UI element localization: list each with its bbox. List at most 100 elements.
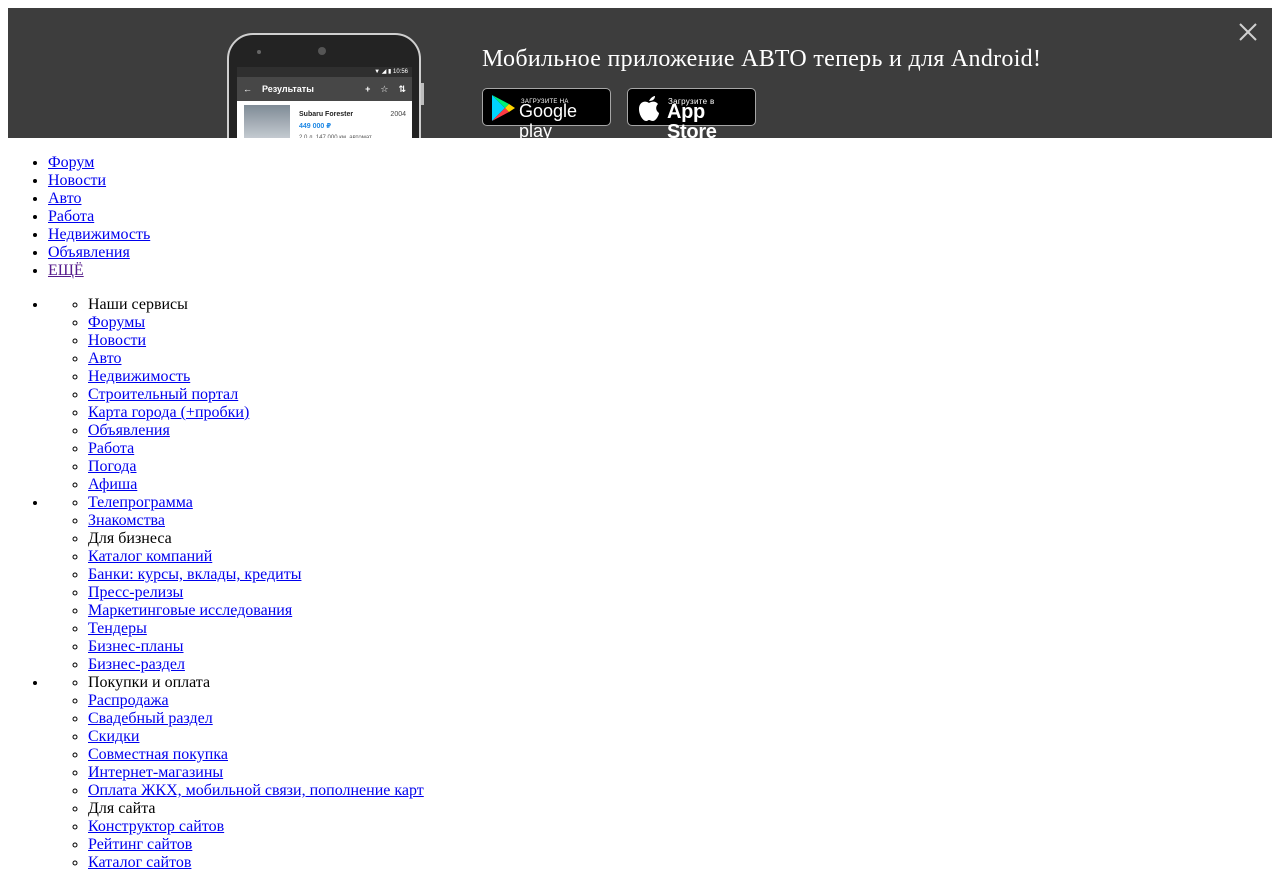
menu-group-shopping: Покупки и оплата Распродажа Свадебный ра… (48, 674, 424, 872)
menu-link-site-builder[interactable]: Конструктор сайтов (88, 818, 224, 835)
menu-item: Знакомства (88, 512, 424, 530)
nav-item-realty: Недвижимость (48, 226, 150, 244)
menu-item: Пресс-релизы (88, 584, 424, 602)
menu-link-site-rating[interactable]: Рейтинг сайтов (88, 836, 192, 853)
menu-link-business-section[interactable]: Бизнес-раздел (88, 656, 185, 673)
menu-item: Бизнес-планы (88, 638, 424, 656)
nav-link-auto[interactable]: Авто (48, 190, 82, 207)
nav-item-jobs: Работа (48, 208, 150, 226)
nav-item-more: ЕЩЁ (48, 262, 150, 280)
menu-heading-business: Для бизнеса (88, 530, 424, 548)
app-store-button[interactable]: Загрузите в App Store (627, 88, 756, 138)
menu-item: Тендеры (88, 620, 424, 638)
menu-heading-site: Для сайта (88, 800, 424, 818)
menu-group-services: Наши сервисы Форумы Новости Авто Недвижи… (48, 296, 424, 494)
nav-link-jobs[interactable]: Работа (48, 208, 94, 225)
menu-link-payments[interactable]: Оплата ЖКХ, мобильной связи, пополнение … (88, 782, 424, 799)
menu-item: Рейтинг сайтов (88, 836, 424, 854)
menu-item: Форумы (88, 314, 424, 332)
menu-heading-shopping: Покупки и оплата (88, 674, 424, 692)
menu-link-press-releases[interactable]: Пресс-релизы (88, 584, 183, 601)
menu-item: Бизнес-раздел (88, 656, 424, 674)
apple-icon (639, 96, 659, 121)
google-play-big-label: Google play (519, 101, 578, 138)
nav-item-ads: Объявления (48, 244, 150, 262)
menu-link-business-plans[interactable]: Бизнес-планы (88, 638, 184, 655)
phone-screen: ▼ ◢ ▮ 10:56 ← Результаты + ☆ ⇅ Subaru Fo… (237, 67, 412, 138)
menu-item: Оплата ЖКХ, мобильной связи, пополнение … (88, 782, 424, 800)
nav-link-ads[interactable]: Объявления (48, 244, 130, 261)
nav-link-forum[interactable]: Форум (48, 154, 94, 171)
menu-item: Скидки (88, 728, 424, 746)
menu-link-banks[interactable]: Банки: курсы, вклады, кредиты (88, 566, 301, 583)
menu-link-company-catalog[interactable]: Каталог компаний (88, 548, 212, 565)
menu-item: Интернет-магазины (88, 764, 424, 782)
menu-link-discounts[interactable]: Скидки (88, 728, 139, 745)
menu-link-jobs[interactable]: Работа (88, 440, 134, 457)
menu-item: Работа (88, 440, 424, 458)
menu-item: Каталог сайтов (88, 854, 424, 872)
car-year: 2004 (390, 111, 406, 118)
signal-icon: ▼ ◢ ▮ (374, 69, 393, 75)
menu-link-afisha[interactable]: Афиша (88, 476, 137, 493)
menu-item: Новости (88, 332, 424, 350)
phone-screen-title: Результаты (262, 84, 314, 94)
menu-link-realty[interactable]: Недвижимость (88, 368, 190, 385)
menu-link-sale[interactable]: Распродажа (88, 692, 169, 709)
nav-link-news[interactable]: Новости (48, 172, 106, 189)
menu-item: Маркетинговые исследования (88, 602, 424, 620)
plus-icon: + (365, 84, 371, 94)
sort-icon: ⇅ (398, 84, 406, 94)
main-nav: Форум Новости Авто Работа Недвижимость О… (8, 154, 150, 280)
phone-app-bar: ← Результаты + ☆ ⇅ (237, 77, 412, 101)
menu-link-construction[interactable]: Строительный портал (88, 386, 238, 403)
car-specs: 2.0 л, 147 000 км, автомат (299, 135, 372, 138)
menu-link-ads[interactable]: Объявления (88, 422, 170, 439)
menu-link-news[interactable]: Новости (88, 332, 146, 349)
menu-link-city-map[interactable]: Карта города (+пробки) (88, 404, 249, 421)
menu-link-group-buy[interactable]: Совместная покупка (88, 746, 228, 763)
nav-link-realty[interactable]: Недвижимость (48, 226, 150, 243)
close-icon[interactable] (1237, 21, 1259, 43)
nav-item-forum: Форум (48, 154, 150, 172)
menu-item: Каталог компаний (88, 548, 424, 566)
menu-item: Строительный портал (88, 386, 424, 404)
phone-sensor (257, 50, 261, 54)
google-play-icon (492, 95, 515, 121)
nav-link-more[interactable]: ЕЩЁ (48, 262, 84, 279)
menu-link-site-catalog[interactable]: Каталог сайтов (88, 854, 191, 871)
menu-link-tenders[interactable]: Тендеры (88, 620, 147, 637)
menu-link-weather[interactable]: Погода (88, 458, 137, 475)
menu-group-entertainment-business: Телепрограмма Знакомства Для бизнеса Кат… (48, 494, 424, 674)
menu-item: Распродажа (88, 692, 424, 710)
car-thumbnail (244, 105, 290, 138)
menu-link-dating[interactable]: Знакомства (88, 512, 165, 529)
app-store-big-label: App Store (667, 101, 717, 138)
phone-result-item: Subaru Forester 2004 449 000 ₽ 2.0 л, 14… (237, 101, 412, 138)
promo-text: Мобильное приложение АВТО теперь и для A… (482, 46, 1042, 72)
menu-link-tv[interactable]: Телепрограмма (88, 494, 193, 511)
menu-item: Совместная покупка (88, 746, 424, 764)
menu-item: Карта города (+пробки) (88, 404, 424, 422)
menu-item: Афиша (88, 476, 424, 494)
menu-link-wedding[interactable]: Свадебный раздел (88, 710, 213, 727)
phone-time: 10:56 (392, 69, 408, 75)
menu-link-marketing[interactable]: Маркетинговые исследования (88, 602, 292, 619)
menu-link-online-shops[interactable]: Интернет-магазины (88, 764, 223, 781)
menu-link-auto[interactable]: Авто (88, 350, 122, 367)
menu-link-forums[interactable]: Форумы (88, 314, 145, 331)
phone-mockup: ▼ ◢ ▮ 10:56 ← Результаты + ☆ ⇅ Subaru Fo… (227, 33, 424, 138)
menu-item: Авто (88, 350, 424, 368)
menu-item: Недвижимость (88, 368, 424, 386)
menu-item: Телепрограмма (88, 494, 424, 512)
star-icon: ☆ (380, 84, 389, 94)
menu-item: Объявления (88, 422, 424, 440)
menu-heading-services: Наши сервисы (88, 296, 424, 314)
google-play-button[interactable]: Загрузите на Google play (482, 88, 611, 138)
back-arrow-icon: ← (243, 84, 252, 94)
nav-item-news: Новости (48, 172, 150, 190)
app-promo-banner: ▼ ◢ ▮ 10:56 ← Результаты + ☆ ⇅ Subaru Fo… (8, 8, 1272, 138)
services-menu: Наши сервисы Форумы Новости Авто Недвижи… (8, 296, 424, 872)
menu-item: Погода (88, 458, 424, 476)
phone-side-button (421, 83, 424, 105)
